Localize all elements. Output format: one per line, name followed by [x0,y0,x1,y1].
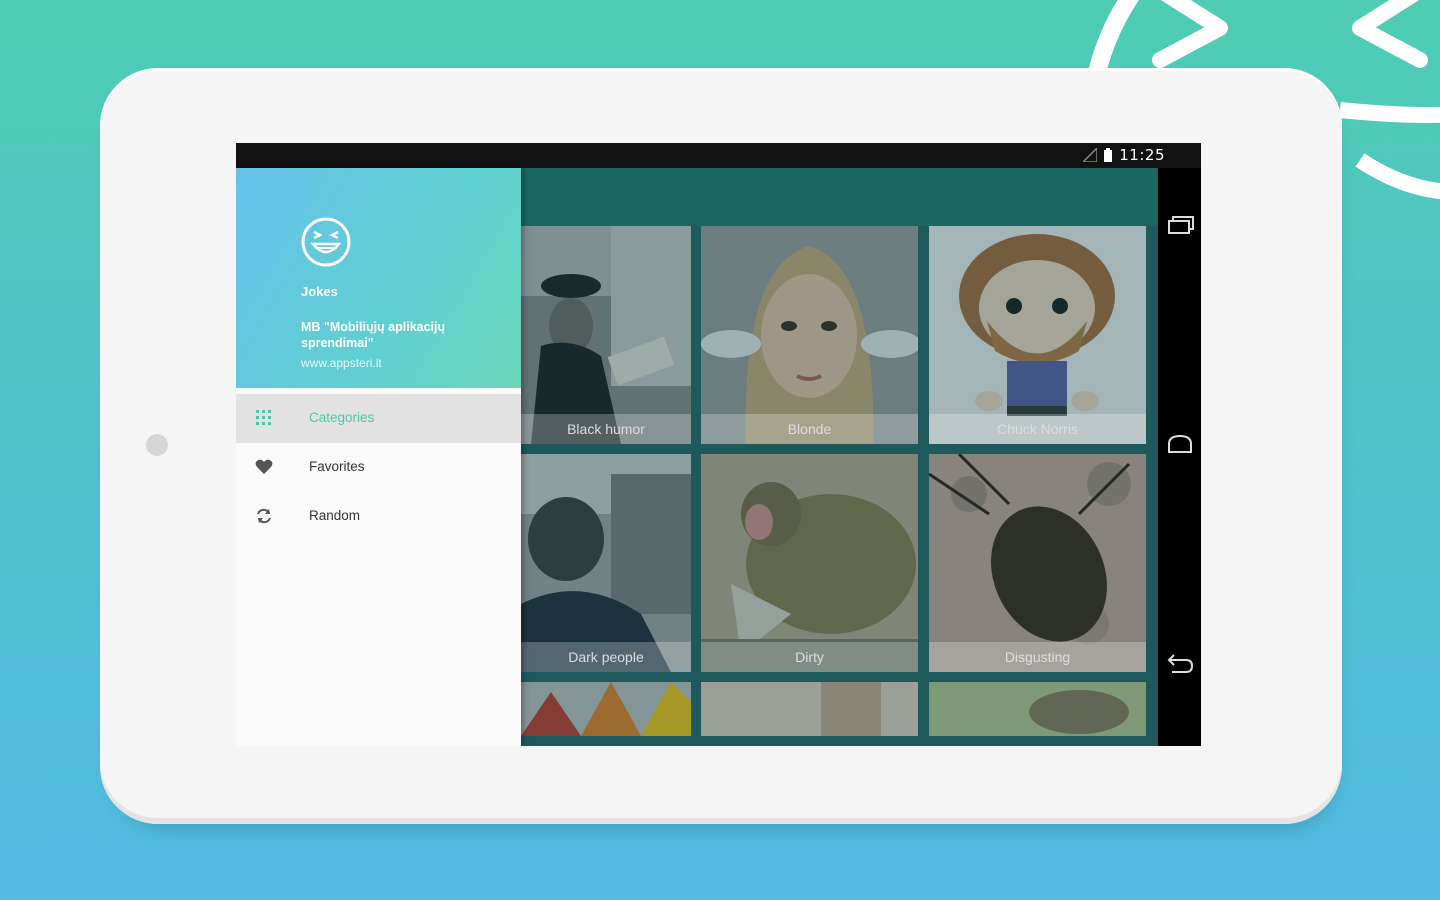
category-tile[interactable]: Blonde [701,226,918,444]
tile-overlay [521,454,691,672]
company-name: MB "Mobiliųjų aplikacijų sprendimai" [301,320,446,350]
menu-label: Random [309,508,361,523]
category-tile[interactable]: Black humor [521,226,691,444]
back-icon[interactable] [1166,650,1194,678]
tile-overlay [521,226,691,444]
tablet-camera [146,434,168,456]
tile-overlay [929,226,1146,444]
category-label: Dark people [521,642,691,672]
signal-icon [1083,148,1098,162]
website-link[interactable]: www.appsteri.lt [301,356,382,370]
category-label: Blonde [701,414,918,444]
menu-label: Favorites [309,459,365,474]
tile-overlay [701,682,918,736]
recent-apps-icon[interactable] [1166,212,1194,240]
system-nav-bar [1158,168,1201,746]
battery-icon [1104,147,1113,162]
menu-item-categories[interactable]: Categories [236,394,521,443]
status-time: 11:25 [1119,146,1165,164]
category-tile[interactable] [701,682,918,736]
category-label: Disgusting [929,642,1146,672]
heart-icon [255,459,273,474]
tile-overlay [929,682,1146,736]
home-icon[interactable] [1166,430,1194,458]
drawer-header: Jokes MB "Mobiliųjų aplikacijų sprendima… [236,168,521,388]
category-tile[interactable]: Chuck Norris [929,226,1146,444]
category-tile[interactable]: Dirty [701,454,918,672]
tile-overlay [521,682,691,736]
category-label: Black humor [521,414,691,444]
category-tile[interactable] [929,682,1146,736]
refresh-icon [257,508,271,524]
category-tile[interactable]: Dark people [521,454,691,672]
drawer-menu: Categories Favorites Random [236,394,521,541]
menu-label: Categories [309,410,375,425]
category-tile[interactable] [521,682,691,736]
category-tile[interactable]: Disgusting [929,454,1146,672]
menu-item-random[interactable]: Random [236,492,521,541]
laughing-face-icon [301,217,351,267]
menu-item-favorites[interactable]: Favorites [236,443,521,492]
grid-icon [256,410,271,425]
app-name: Jokes [301,284,338,299]
device-screen: 11:25 Black humor Blonde Chuck Norris Da… [236,143,1201,746]
navigation-drawer: Jokes MB "Mobiliųjų aplikacijų sprendima… [236,168,521,746]
category-label: Chuck Norris [929,414,1146,444]
status-bar: 11:25 [236,143,1201,168]
category-grid: Black humor Blonde Chuck Norris Dark peo… [521,226,1158,746]
tile-overlay [701,454,918,672]
toolbar [521,168,1158,226]
tile-overlay [701,226,918,444]
tile-overlay [929,454,1146,672]
category-label: Dirty [701,642,918,672]
